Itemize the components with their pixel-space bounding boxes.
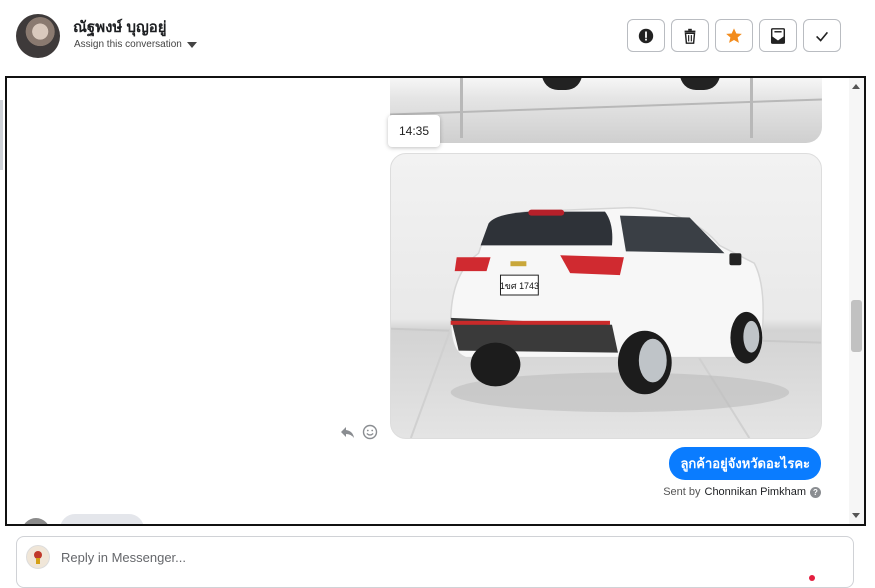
scroll-down-arrow-icon[interactable] [852, 513, 860, 518]
message-thread[interactable]: 14:35 1ขศ 1743 ลูกค้าอยู่จังหวัดอะไรคะ S… [5, 76, 866, 526]
car-wheel-shadow [680, 78, 720, 90]
check-icon [816, 31, 829, 42]
sent-by-prefix: Sent by [663, 486, 701, 498]
floor-line [750, 78, 753, 138]
message-timestamp: 14:35 [388, 115, 440, 147]
assign-conversation-dropdown[interactable]: Assign this conversation [74, 39, 197, 50]
page-logo-icon [34, 551, 42, 564]
scroll-thumb[interactable] [851, 300, 862, 352]
mark-done-button[interactable] [803, 19, 841, 52]
message-image-car[interactable]: 1ขศ 1743 [390, 153, 822, 439]
message-image-previous[interactable] [390, 78, 822, 143]
scrollbar[interactable] [849, 78, 864, 524]
contact-name[interactable]: ณัฐพงษ์ บุญอยู่ [73, 15, 167, 39]
conversation-header: ณัฐพงษ์ บุญอยู่ Assign this conversation [0, 0, 875, 76]
car-wheel-shadow [542, 78, 582, 90]
message-tools [340, 424, 378, 440]
contact-avatar[interactable] [16, 14, 60, 58]
received-message-bubble[interactable] [60, 514, 144, 524]
reply-composer [16, 536, 854, 588]
caret-down-icon [186, 41, 197, 48]
notification-dot [809, 575, 815, 581]
star-button[interactable] [715, 19, 753, 52]
car-photo: 1ขศ 1743 [391, 206, 821, 438]
header-actions [627, 19, 841, 52]
emoji-react-icon[interactable] [362, 424, 378, 440]
sent-by-name: Chonnikan Pimkham [704, 486, 807, 498]
delete-button[interactable] [671, 19, 709, 52]
sent-by-label: Sent by Chonnikan Pimkham ? [663, 486, 821, 498]
car-plate: 1ขศ 1743 [500, 281, 539, 291]
reply-icon[interactable] [340, 424, 356, 440]
floor-line [460, 78, 463, 138]
help-icon[interactable]: ? [810, 486, 821, 498]
envelope-icon [770, 27, 786, 44]
sent-message-bubble[interactable]: ลูกค้าอยู่จังหวัดอะไรคะ [669, 447, 821, 480]
assign-label: Assign this conversation [74, 39, 182, 50]
page-avatar [26, 545, 50, 569]
window-edge [0, 100, 3, 170]
star-icon [726, 27, 742, 43]
mark-spam-button[interactable] [627, 19, 665, 52]
contact-avatar-small [22, 518, 50, 524]
mark-unread-button[interactable] [759, 19, 797, 52]
alert-icon [638, 28, 654, 43]
reply-input[interactable] [61, 550, 761, 565]
trash-icon [684, 28, 696, 44]
scroll-up-arrow-icon[interactable] [852, 84, 860, 89]
floor-line [390, 98, 822, 116]
